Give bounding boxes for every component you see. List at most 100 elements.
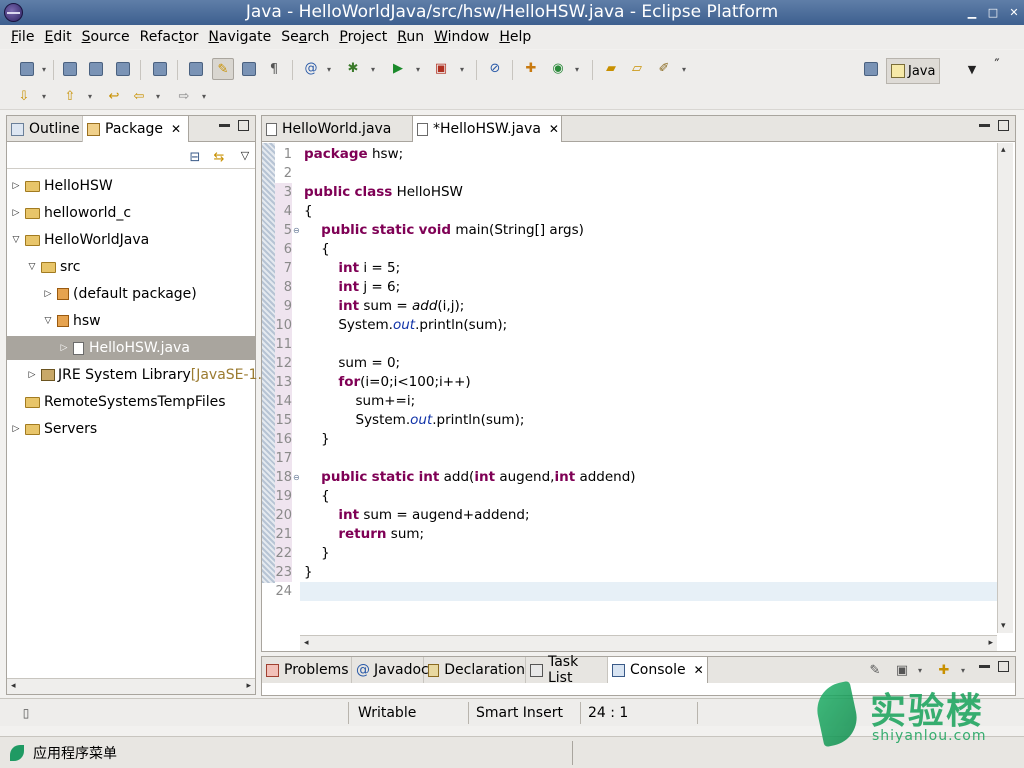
minimize-view-icon[interactable] <box>979 665 990 668</box>
open-perspective-icon[interactable] <box>862 60 880 78</box>
expanded-twisty-icon[interactable]: ▽ <box>27 262 37 272</box>
tree-item[interactable]: ▷ HelloHSW <box>11 174 113 198</box>
run-icon[interactable]: ▶ <box>389 59 407 77</box>
menu-navigate[interactable]: Navigate <box>203 25 276 49</box>
close-tab-icon[interactable]: ✕ <box>549 122 559 136</box>
open-console-dropdown-icon[interactable]: ▾ <box>959 661 967 679</box>
fast-view-icon[interactable]: ▯ <box>17 704 35 722</box>
menu-edit[interactable]: Edit <box>39 25 76 49</box>
fold-toggle-icon[interactable]: ⊖ <box>293 226 300 235</box>
scroll-up-icon[interactable]: ▴ <box>1001 145 1006 155</box>
minimize-editor-icon[interactable] <box>979 124 990 127</box>
menu-window[interactable]: Window <box>429 25 494 49</box>
collapsed-twisty-icon[interactable]: ▷ <box>11 424 21 434</box>
tree-item[interactable]: ▷ JRE System Library [JavaSE-1.7] <box>27 363 277 387</box>
code-text[interactable]: package hsw; public class HelloHSW{ publi… <box>300 143 997 633</box>
minimize-window-icon[interactable]: ▁ <box>966 0 978 25</box>
view-menu-icon[interactable]: ▽ <box>236 146 254 164</box>
annotation-dropdown-icon[interactable]: ▾ <box>325 60 333 78</box>
editor-horizontal-scrollbar[interactable]: ◂ ▸ <box>300 635 997 651</box>
close-window-icon[interactable]: ✕ <box>1008 0 1020 25</box>
applications-menu-button[interactable]: 应用程序菜单 <box>33 743 117 763</box>
tree-item[interactable]: RemoteSystemsTempFiles <box>11 390 226 414</box>
back-dropdown-icon[interactable]: ▾ <box>154 87 162 105</box>
tab-declaration[interactable]: Declaration <box>424 657 526 683</box>
menu-search[interactable]: Search <box>276 25 334 49</box>
java-perspective-button[interactable]: Java <box>886 58 940 84</box>
scroll-left-icon[interactable]: ◂ <box>304 638 309 648</box>
menu-source[interactable]: Source <box>77 25 135 49</box>
scroll-right-icon[interactable]: ▸ <box>988 638 993 648</box>
save-icon[interactable] <box>61 60 79 78</box>
fold-toggle-icon[interactable]: ⊖ <box>293 473 300 482</box>
menu-project[interactable]: Project <box>334 25 392 49</box>
menu-refactor[interactable]: Refactor <box>135 25 204 49</box>
eclipse-app-icon[interactable] <box>4 3 23 22</box>
previous-annotation-icon[interactable]: ⇧ <box>61 87 79 105</box>
collapsed-twisty-icon[interactable]: ▷ <box>11 208 21 218</box>
link-with-editor-icon[interactable]: ⇆ <box>210 148 228 166</box>
tab-hellohsw-java[interactable]: *HelloHSW.java ✕ <box>412 116 562 142</box>
tab-javadoc[interactable]: @ Javadoc <box>352 657 429 683</box>
scroll-right-icon[interactable]: ▸ <box>246 681 251 691</box>
scroll-left-icon[interactable]: ◂ <box>11 681 16 691</box>
print-icon[interactable] <box>114 60 132 78</box>
new-dropdown-icon[interactable]: ▾ <box>40 60 48 78</box>
maximize-view-icon[interactable] <box>238 120 249 131</box>
scroll-down-icon[interactable]: ▾ <box>1001 621 1006 631</box>
tab-helloworld-java[interactable]: HelloWorld.java <box>262 116 412 142</box>
vertical-scrollbar[interactable]: ▴ ▾ <box>997 143 1013 633</box>
show-whitespace-icon[interactable]: ¶ <box>265 60 283 78</box>
collapsed-twisty-icon[interactable]: ▷ <box>11 181 21 191</box>
tab-task-list[interactable]: Task List <box>526 654 608 686</box>
tree-item[interactable]: ▷ helloworld_c <box>11 201 132 225</box>
menu-run[interactable]: Run <box>392 25 429 49</box>
collapse-all-icon[interactable]: ⊟ <box>186 148 204 166</box>
forward-dropdown-icon[interactable]: ▾ <box>200 87 208 105</box>
open-console-icon[interactable]: ✚ <box>935 661 953 679</box>
display-console-icon[interactable]: ▣ <box>893 661 911 679</box>
run-dropdown-icon[interactable]: ▾ <box>414 60 422 78</box>
open-type-folder-icon[interactable]: ▰ <box>602 59 620 77</box>
tree-item[interactable]: ▷ Servers <box>11 417 98 441</box>
last-edit-location-icon[interactable]: ↩ <box>105 87 123 105</box>
collapsed-twisty-icon[interactable]: ▷ <box>27 370 37 380</box>
toolbar-overflow-icon[interactable]: ″ <box>988 56 1006 74</box>
expanded-twisty-icon[interactable]: ▽ <box>11 235 21 245</box>
open-resource-icon[interactable]: ▱ <box>628 59 646 77</box>
editor-body[interactable]: 1 2 3 4 5 ⊖ 6 7 8 9 10 11 12 13 14 15 16 17 18 ⊖ 19 20 21 22 23 2… <box>262 143 1015 651</box>
menu-file[interactable]: File <box>6 25 39 49</box>
tab-package[interactable]: Package ✕ <box>83 116 189 142</box>
search-dropdown-icon[interactable]: ▾ <box>680 60 688 78</box>
minimize-view-icon[interactable] <box>219 124 230 127</box>
tree-item[interactable]: ▽ hsw <box>43 309 101 333</box>
horizontal-scrollbar[interactable]: ◂ ▸ <box>7 678 255 694</box>
debug-icon[interactable]: ✱ <box>344 59 362 77</box>
maximize-view-icon[interactable] <box>998 661 1009 672</box>
new-java-project-icon[interactable]: ✚ <box>522 59 540 77</box>
next-annotation-icon[interactable]: ⇩ <box>15 87 33 105</box>
debug-dropdown-icon[interactable]: ▾ <box>369 60 377 78</box>
tab-console[interactable]: Console ✕ <box>608 657 708 683</box>
search-tool-icon[interactable]: ✐ <box>655 59 673 77</box>
build-icon[interactable] <box>151 60 169 78</box>
new-class-icon[interactable]: ◉ <box>549 59 567 77</box>
tree-item[interactable]: ▷ HelloHSW.java <box>7 336 255 360</box>
collapsed-twisty-icon[interactable]: ▷ <box>43 289 53 299</box>
tree-item[interactable]: ▷ (default package) <box>43 282 197 306</box>
annotation-icon[interactable]: @ <box>302 59 320 77</box>
annotation-ruler[interactable] <box>262 143 275 583</box>
menu-help[interactable]: Help <box>494 25 536 49</box>
previous-annotation-dropdown-icon[interactable]: ▾ <box>86 87 94 105</box>
tree-item[interactable]: ▽ HelloWorldJava <box>11 228 150 252</box>
toggle-breakpoint-icon[interactable]: ⊘ <box>486 59 504 77</box>
mark-occurrences-icon[interactable]: ✎ <box>212 58 234 80</box>
tab-problems[interactable]: Problems <box>262 657 352 683</box>
maximize-window-icon[interactable]: □ <box>987 0 999 25</box>
close-tab-icon[interactable]: ✕ <box>694 663 704 677</box>
pin-console-icon[interactable]: ✎ <box>866 661 884 679</box>
expanded-twisty-icon[interactable]: ▽ <box>43 316 53 326</box>
close-tab-icon[interactable]: ✕ <box>171 122 181 136</box>
back-icon[interactable]: ⇦ <box>130 87 148 105</box>
new-icon[interactable] <box>18 60 36 78</box>
